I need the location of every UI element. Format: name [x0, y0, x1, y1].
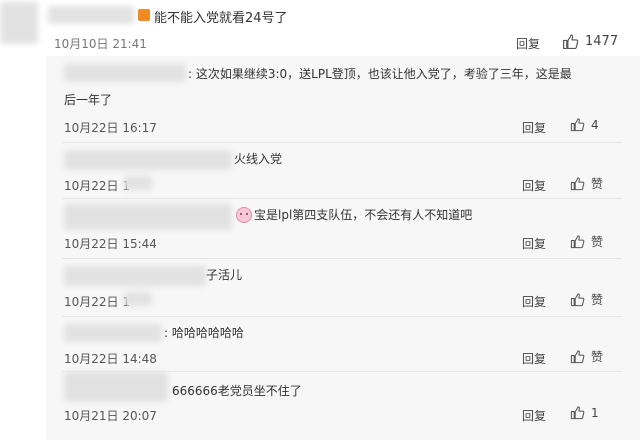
reply-time: 10月21日 20:07 — [64, 409, 157, 423]
like-label: 赞 — [591, 177, 604, 191]
like-label: 赞 — [591, 350, 604, 364]
reply-time: 10月22日 15:44 — [64, 237, 157, 251]
reply-username[interactable] — [64, 372, 168, 402]
like-button[interactable]: 1 — [570, 405, 599, 420]
reply-username[interactable] — [64, 324, 162, 342]
like-label: 赞 — [591, 293, 604, 307]
thumbs-up-icon — [570, 350, 585, 364]
username[interactable] — [48, 6, 134, 24]
divider — [62, 142, 622, 143]
like-button[interactable]: 1477 — [562, 33, 618, 50]
like-button[interactable]: 赞 — [570, 348, 603, 365]
reply-text: : 哈哈哈哈哈哈 — [164, 326, 244, 340]
reply-time: 10月22日 16:17 — [64, 121, 157, 135]
reply-time-obscured — [124, 292, 152, 306]
like-button[interactable]: 赞 — [570, 233, 603, 250]
reply-time: 10月22日 1 — [64, 295, 130, 309]
reply-username[interactable] — [64, 150, 232, 170]
thumbs-up-icon — [563, 34, 579, 49]
reply-button[interactable]: 回复 — [522, 293, 546, 310]
reply-text: : 这次如果继续3:0，送LPL登顶，也该让他入党了，考验了三年，这是最 — [188, 67, 572, 81]
reply-time: 10月22日 1 — [64, 179, 130, 193]
avatar[interactable] — [0, 2, 38, 44]
reply-button[interactable]: 回复 — [522, 177, 546, 194]
reply-text: 火线入党 — [234, 152, 283, 166]
reply-username[interactable] — [64, 204, 232, 230]
reply-username[interactable] — [64, 64, 186, 82]
divider — [62, 198, 622, 199]
like-count: 4 — [591, 117, 599, 132]
reply-button[interactable]: 回复 — [522, 350, 546, 367]
like-button[interactable]: 赞 — [570, 291, 603, 308]
reply-button[interactable]: 回复 — [522, 407, 546, 424]
comment-time: 10月10日 21:41 — [54, 37, 147, 51]
reply-text: 666666老党员坐不住了 — [172, 384, 302, 398]
like-count: 1 — [591, 405, 599, 420]
like-button[interactable]: 4 — [570, 117, 599, 132]
thumbs-up-icon — [570, 118, 585, 132]
comment-text: 能不能入党就看24号了 — [154, 11, 288, 26]
thumbs-up-icon — [570, 177, 585, 191]
reply-text-continued: 后一年了 — [64, 93, 113, 107]
like-label: 赞 — [591, 235, 604, 249]
divider — [62, 316, 622, 317]
thumbs-up-icon — [570, 293, 585, 307]
divider — [62, 258, 622, 259]
thumbs-up-icon — [570, 406, 585, 420]
reply-button[interactable]: 回复 — [522, 235, 546, 252]
like-count: 1477 — [585, 34, 619, 49]
reply-button[interactable]: 回复 — [522, 119, 546, 136]
like-button[interactable]: 赞 — [570, 175, 603, 192]
reply-text: 子活儿 — [206, 268, 243, 282]
bunny-emoji-icon — [236, 207, 252, 223]
reply-time-obscured — [124, 176, 152, 190]
reply-text: 宝是lpl第四支队伍，不会还有人不知道吧 — [254, 208, 473, 222]
thumbs-up-icon — [570, 235, 585, 249]
reply-time: 10月22日 14:48 — [64, 352, 157, 366]
reply-button[interactable]: 回复 — [516, 35, 540, 52]
badge-icon — [138, 9, 150, 21]
reply-username[interactable] — [64, 266, 206, 286]
